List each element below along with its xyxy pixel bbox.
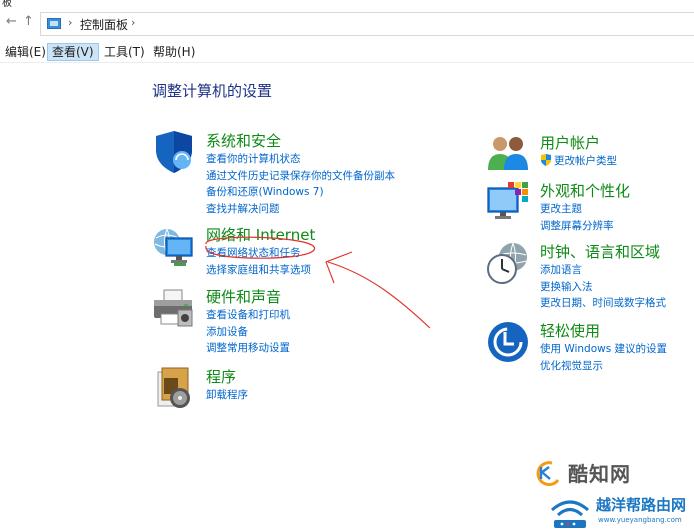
shield-icon[interactable]: [152, 130, 196, 174]
window-title: 板: [2, 0, 12, 9]
menu-view[interactable]: 查看(V): [47, 43, 99, 61]
annotation-arrow-shaft: [327, 261, 431, 329]
network-icon[interactable]: [152, 224, 196, 268]
annotation-arrow-head: [325, 251, 353, 284]
watermark-kuzhi-text: 酷知网: [568, 462, 631, 486]
link-devices-printers[interactable]: 查看设备和打印机: [206, 307, 290, 324]
kuzhi-logo-icon: [536, 461, 560, 486]
control-panel-icon: [47, 18, 61, 29]
link-uninstall-program[interactable]: 卸载程序: [206, 387, 248, 404]
category-title[interactable]: 时钟、语言和区域: [540, 241, 660, 262]
up-button[interactable]: ↑: [23, 14, 34, 29]
link-view-network-status[interactable]: 查看网络状态和任务: [206, 245, 311, 262]
link-change-account-type[interactable]: 更改帐户类型: [540, 153, 617, 170]
link-change-input-method[interactable]: 更换输入法: [540, 279, 666, 296]
link-add-device[interactable]: 添加设备: [206, 324, 290, 341]
link-add-language[interactable]: 添加语言: [540, 262, 666, 279]
menu-edit[interactable]: 编辑(E): [1, 43, 50, 61]
category-title[interactable]: 硬件和声音: [206, 286, 281, 307]
clock-icon[interactable]: [486, 241, 530, 285]
category-title[interactable]: 网络和 Internet: [206, 224, 315, 245]
watermark-router: 越洋帮路由网 www.yueyangbang.com: [548, 492, 694, 532]
category-title[interactable]: 外观和个性化: [540, 180, 630, 201]
users-icon[interactable]: [486, 132, 530, 176]
ease-of-access-icon[interactable]: [486, 320, 530, 364]
link-file-history[interactable]: 通过文件历史记录保存你的文件备份副本: [206, 168, 395, 185]
address-bar[interactable]: › 控制面板 ›: [40, 12, 694, 36]
category-title[interactable]: 程序: [206, 366, 236, 387]
window-title-strip: 板: [0, 0, 694, 9]
link-label: 更改帐户类型: [554, 155, 617, 167]
category-title[interactable]: 用户帐户: [540, 132, 600, 153]
uac-shield-icon: [541, 154, 551, 166]
breadcrumb-control-panel[interactable]: 控制面板: [80, 16, 128, 33]
programs-icon[interactable]: [152, 366, 196, 410]
link-optimize-display[interactable]: 优化视觉显示: [540, 358, 667, 375]
menu-help[interactable]: 帮助(H): [149, 43, 199, 61]
link-view-computer-status[interactable]: 查看你的计算机状态: [206, 151, 395, 168]
watermark-router-url: www.yueyangbang.com: [598, 516, 682, 524]
link-date-time-format[interactable]: 更改日期、时间或数字格式: [540, 295, 666, 312]
page-title: 调整计算机的设置: [152, 82, 273, 100]
watermark-kuzhi: 酷知网: [528, 458, 694, 490]
address-row: ← ↑ › 控制面板 ›: [0, 10, 694, 38]
printer-icon[interactable]: [152, 286, 196, 330]
link-backup-restore[interactable]: 备份和还原(Windows 7): [206, 184, 395, 201]
link-recommended-settings[interactable]: 使用 Windows 建议的设置: [540, 341, 667, 358]
breadcrumb-separator: ›: [68, 16, 73, 29]
watermark-router-title: 越洋帮路由网: [596, 496, 687, 514]
link-mobility-settings[interactable]: 调整常用移动设置: [206, 340, 290, 357]
category-title[interactable]: 系统和安全: [206, 130, 281, 151]
breadcrumb-expand-chevron[interactable]: ›: [131, 16, 135, 29]
category-title[interactable]: 轻松使用: [540, 320, 600, 341]
link-troubleshoot[interactable]: 查找并解决问题: [206, 201, 395, 218]
link-homegroup-sharing[interactable]: 选择家庭组和共享选项: [206, 262, 311, 279]
menu-tools[interactable]: 工具(T): [100, 43, 149, 61]
appearance-icon[interactable]: [486, 180, 530, 224]
menu-bar: 编辑(E) 查看(V) 工具(T) 帮助(H): [0, 40, 694, 63]
wifi-router-icon: [551, 500, 589, 528]
link-screen-resolution[interactable]: 调整屏幕分辨率: [540, 218, 614, 235]
link-change-theme[interactable]: 更改主题: [540, 201, 614, 218]
back-button[interactable]: ←: [6, 14, 17, 29]
